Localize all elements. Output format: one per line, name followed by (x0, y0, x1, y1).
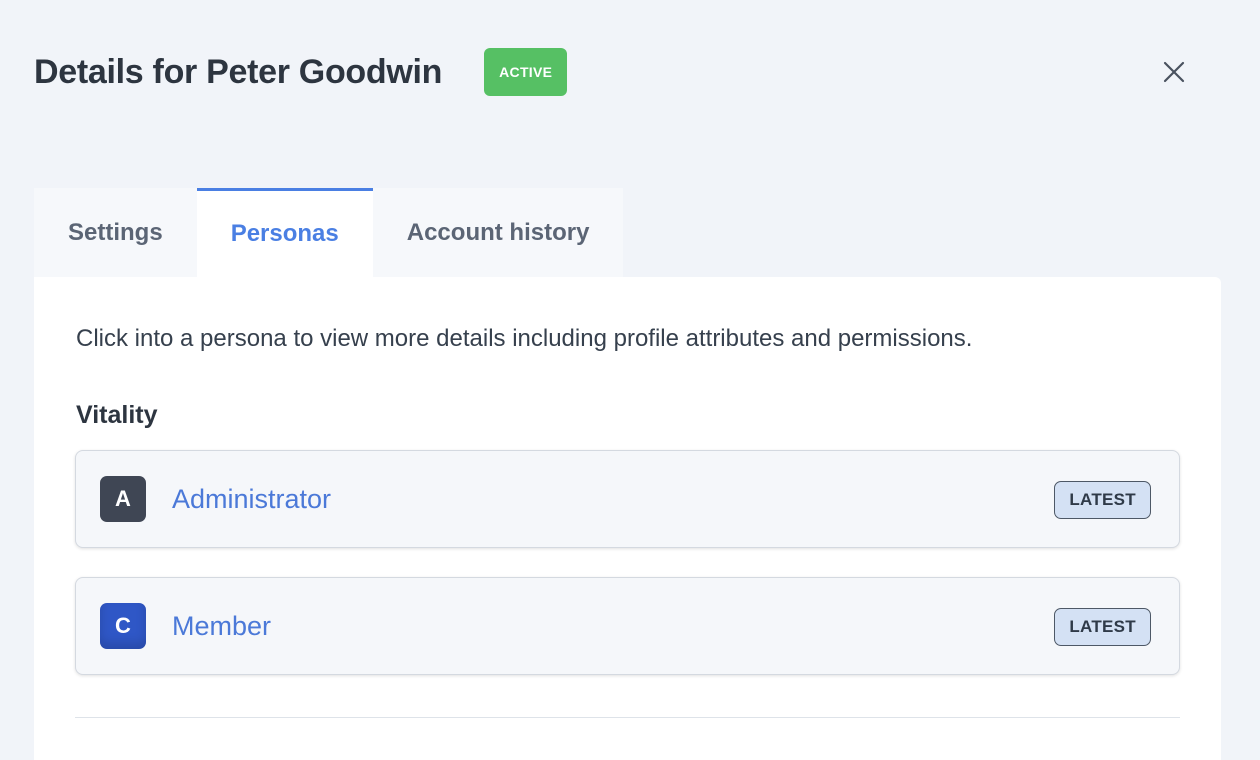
latest-badge: LATEST (1054, 608, 1151, 646)
status-badge: ACTIVE (484, 48, 568, 96)
page-title: Details for Peter Goodwin (34, 52, 443, 91)
persona-card-member[interactable]: C Member LATEST (75, 577, 1180, 675)
persona-avatar: A (100, 476, 146, 522)
tab-personas[interactable]: Personas (196, 188, 373, 277)
page-header: Details for Peter Goodwin ACTIVE (34, 44, 1220, 100)
persona-name[interactable]: Member (172, 611, 271, 642)
latest-badge: LATEST (1054, 481, 1151, 519)
personas-panel: Click into a persona to view more detail… (34, 277, 1221, 760)
tab-account-history[interactable]: Account history (372, 188, 624, 277)
tab-bar: Settings Personas Account history (34, 188, 624, 277)
section-title: Vitality (76, 401, 158, 429)
tab-settings[interactable]: Settings (34, 188, 197, 277)
persona-avatar: C (100, 603, 146, 649)
persona-card-administrator[interactable]: A Administrator LATEST (75, 450, 1180, 548)
persona-name[interactable]: Administrator (172, 484, 331, 515)
close-icon (1163, 61, 1185, 83)
intro-text: Click into a persona to view more detail… (76, 325, 973, 352)
close-button[interactable] (1160, 58, 1188, 86)
divider (75, 717, 1180, 718)
